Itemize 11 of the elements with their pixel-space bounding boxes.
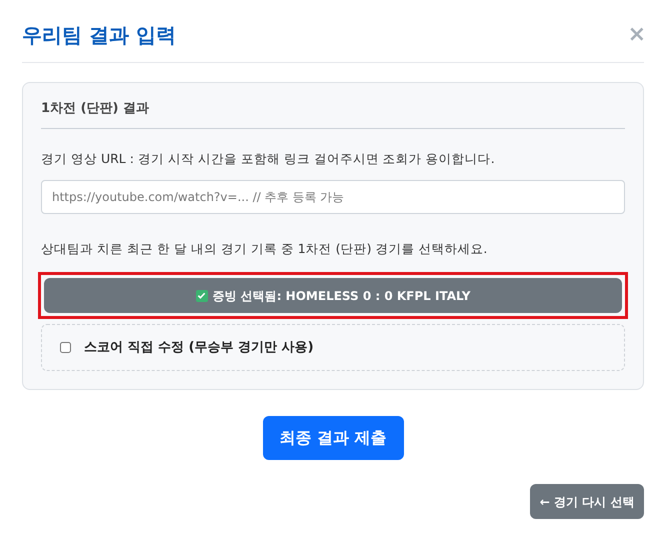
instruction-text: 상대팀과 치른 최근 한 달 내의 경기 기록 중 1차전 (단판) 경기를 선택하세요. (41, 240, 488, 258)
manual-edit-option[interactable]: 스코어 직접 수정 (무승부 경기만 사용) (41, 324, 625, 371)
dialog-title: 우리팀 결과 입력 (22, 22, 176, 49)
manual-edit-checkbox[interactable] (60, 342, 71, 353)
selected-match-button[interactable]: 증빙 선택됨: HOMELESS 0 : 0 KFPL ITALY (44, 278, 622, 313)
back-button[interactable]: ← 경기 다시 선택 (530, 484, 644, 519)
url-label: 경기 영상 URL : 경기 시작 시간을 포함해 링크 걸어주시면 조회가 용이합니다. (41, 150, 496, 168)
submit-button[interactable]: 최종 결과 제출 (262, 416, 404, 460)
manual-edit-label: 스코어 직접 수정 (무승부 경기만 사용) (84, 338, 314, 357)
url-input-field[interactable]: https://youtube.com/watch?v=... // 추후 등록 가능 (41, 180, 625, 214)
section-heading: 1차전 (단판) 결과 (41, 99, 625, 128)
